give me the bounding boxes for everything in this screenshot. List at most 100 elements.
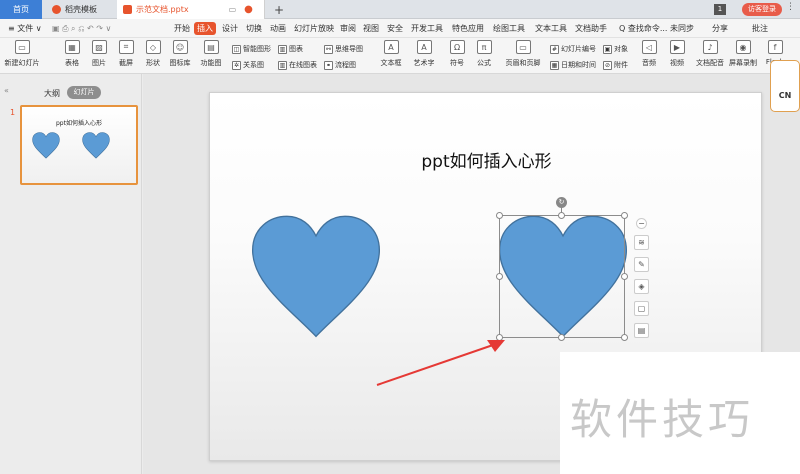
rotate-handle-icon[interactable]: ↻ (556, 197, 567, 208)
text-wrap-icon[interactable]: ▤ (634, 323, 649, 338)
paperclip-icon: ⊘ (603, 60, 612, 70)
slide-thumbnail[interactable]: ppt如何插入心形 (20, 105, 138, 185)
video-label: 视频 (670, 59, 684, 67)
outline-style-icon[interactable]: ▢ (634, 301, 649, 316)
chart-label: 图表 (289, 45, 303, 53)
outline-tab[interactable]: 大纲 (44, 88, 60, 99)
menu-start[interactable]: 开始 (174, 19, 190, 38)
function-chart-button[interactable]: ▤ 功能图 (194, 40, 228, 68)
fill-bucket-icon[interactable]: ◈ (634, 279, 649, 294)
new-tab-button[interactable]: + (272, 0, 286, 19)
icon-library-button[interactable]: ☺ 图标库 (163, 40, 197, 68)
tab-template[interactable]: 稻壳模板 (44, 0, 114, 19)
video-icon: ▶ (669, 40, 685, 54)
sync-status[interactable]: 未同步 (670, 19, 694, 38)
menu-transition[interactable]: 切换 (246, 19, 262, 38)
picture-icon: ▨ (91, 40, 107, 54)
symbol-icon: Ω (449, 40, 465, 54)
datetime-button[interactable]: ▦ 日期和时间 (550, 60, 596, 70)
new-slide-label: 新建幻灯片 (4, 59, 40, 67)
share-button[interactable]: 分享 (712, 19, 728, 38)
slide-number-label: 幻灯片编号 (561, 45, 596, 53)
relation-label: 关系图 (243, 61, 264, 69)
doc-voice-button[interactable]: ♪ 文档配音 (693, 40, 727, 68)
pen-icon[interactable]: ✎ (634, 257, 649, 272)
tab-document[interactable]: 示范文档.pptx ▭ ● (117, 0, 265, 19)
slide-title[interactable]: ppt如何插入心形 (210, 147, 763, 172)
tab-bar: 首页 稻壳模板 示范文档.pptx ▭ ● + 1 访客登录 ⋮ (0, 0, 800, 19)
flowchart-label: 流程图 (335, 61, 356, 69)
docer-logo-icon (52, 5, 61, 14)
function-chart-label: 功能图 (200, 59, 222, 67)
menu-security[interactable]: 安全 (387, 19, 403, 38)
resize-handle-top-left[interactable] (496, 212, 503, 219)
smart-shape-button[interactable]: ◫ 智能图形 (232, 44, 271, 54)
slides-tab[interactable]: 幻灯片 (67, 86, 101, 99)
calendar-icon: ▦ (550, 60, 559, 70)
resize-handle-top-right[interactable] (621, 212, 628, 219)
mind-map-label: 思维导图 (335, 45, 363, 53)
resize-handle-right[interactable] (621, 273, 628, 280)
menu-view[interactable]: 视图 (363, 19, 379, 38)
menu-slideshow[interactable]: 幻灯片放映 (294, 19, 334, 38)
object-button[interactable]: ▣ 对象 (603, 44, 628, 54)
icon-library-label: 图标库 (169, 59, 191, 67)
heart-shape-left[interactable] (250, 215, 382, 339)
menu-review[interactable]: 审阅 (340, 19, 356, 38)
menu-drawing-tools[interactable]: 绘图工具 (493, 19, 525, 38)
resize-handle-left[interactable] (496, 273, 503, 280)
symbol-label: 符号 (450, 59, 464, 67)
chart-icon: ▥ (278, 44, 287, 54)
formula-button[interactable]: π 公式 (467, 40, 501, 68)
window-count-badge[interactable]: 1 (714, 4, 726, 15)
header-footer-button[interactable]: ▭ 页眉和页脚 (506, 40, 541, 68)
new-slide-button[interactable]: ▭ 新建幻灯片 (4, 40, 40, 68)
video-button[interactable]: ▶ 视频 (660, 40, 694, 68)
menu-doc-helper[interactable]: 文档助手 (575, 19, 607, 38)
attachment-button[interactable]: ⊘ 附件 (603, 60, 628, 70)
shape-icon: ◇ (145, 40, 161, 54)
new-slide-icon: ▭ (14, 40, 30, 54)
slide-number-button[interactable]: # 幻灯片编号 (550, 44, 596, 54)
online-chart-button[interactable]: ▥ 在线图表 (278, 60, 317, 70)
site-badge: CN (770, 60, 800, 112)
collapse-pane-icon[interactable]: « (4, 86, 9, 95)
flowchart-button[interactable]: ⚭ 流程图 (324, 60, 356, 70)
menu-design[interactable]: 设计 (222, 19, 238, 38)
formula-icon: π (476, 40, 492, 54)
icon-library-icon: ☺ (172, 40, 188, 54)
art-text-button[interactable]: A 艺术字 (407, 40, 441, 68)
textbox-icon: A (383, 40, 399, 54)
mind-map-button[interactable]: ⚯ 思维导图 (324, 44, 363, 54)
menu-text-tools[interactable]: 文本工具 (535, 19, 567, 38)
formula-label: 公式 (477, 59, 491, 67)
menu-file[interactable]: ≡ 文件 ∨ (8, 19, 42, 38)
login-button[interactable]: 访客登录 (742, 3, 782, 16)
toolbar-quick-icons[interactable]: ▣ ⎙ ⌕ ⎌ ↶ ↷ ∨ (52, 19, 111, 38)
resize-handle-bottom[interactable] (558, 334, 565, 341)
command-search[interactable]: Q 查找命令... (619, 19, 667, 38)
menu-animation[interactable]: 动画 (270, 19, 286, 38)
tab-home[interactable]: 首页 (0, 0, 42, 19)
menu-dev-tools[interactable]: 开发工具 (411, 19, 443, 38)
menu-insert[interactable]: 插入 (194, 22, 216, 35)
menu-features[interactable]: 特色应用 (452, 19, 484, 38)
new-tab-label: + (273, 2, 285, 17)
resize-handle-top[interactable] (558, 212, 565, 219)
ribbon-insert: ▭ 新建幻灯片 ▦ 表格 ▨ 图片 ⌗ 截屏 ◇ 形状 ☺ 图标库 ▤ 功能图 ◫ 智能图形 ▥… (0, 38, 800, 74)
screen-record-button[interactable]: ◉ 屏幕录制 (726, 40, 760, 68)
collapse-toolbar-icon[interactable]: − (636, 218, 647, 229)
watermark-box: 软件技巧 (560, 352, 800, 474)
relation-button[interactable]: ✲ 关系图 (232, 60, 264, 70)
textbox-button[interactable]: A 文本框 (374, 40, 408, 68)
comment-button[interactable]: 批注 (752, 19, 768, 38)
chart-button[interactable]: ▥ 图表 (278, 44, 303, 54)
monitor-icon[interactable]: ▭ (229, 5, 237, 14)
more-icon[interactable]: ⋮ (786, 2, 795, 12)
resize-handle-bottom-right[interactable] (621, 334, 628, 341)
menu-bar: ≡ 文件 ∨ ▣ ⎙ ⌕ ⎌ ↶ ↷ ∨ 开始 插入 设计 切换 动画 幻灯片放… (0, 19, 800, 38)
layers-icon[interactable]: ≋ (634, 235, 649, 250)
textbox-label: 文本框 (380, 59, 402, 67)
screen-record-label: 屏幕录制 (729, 59, 757, 67)
unsaved-dot-icon: ● (244, 4, 253, 15)
